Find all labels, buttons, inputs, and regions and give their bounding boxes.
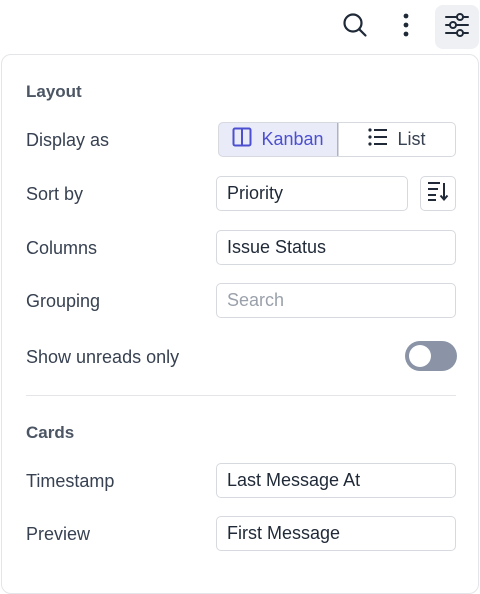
preview-label: Preview: [26, 524, 91, 544]
sliders-icon: [444, 12, 470, 43]
columns-icon: [232, 127, 252, 152]
display-as-toggle: Kanban List: [218, 122, 456, 157]
sort-direction-button[interactable]: [420, 176, 456, 211]
layout-section-title: Layout: [26, 82, 82, 101]
timestamp-select[interactable]: Last Message At: [216, 463, 456, 498]
display-as-label: Display as: [26, 130, 110, 150]
sort-by-label: Sort by: [26, 184, 84, 204]
toggle-knob: [409, 345, 431, 367]
search-button[interactable]: [333, 5, 377, 49]
show-unreads-label: Show unreads only: [26, 347, 180, 367]
search-icon: [342, 12, 368, 43]
display-list-option[interactable]: List: [338, 123, 455, 156]
view-settings-panel: Layout Display as Kanban List Sort by Pr…: [1, 54, 479, 594]
display-list-label: List: [397, 129, 426, 149]
view-settings-button[interactable]: [435, 5, 479, 49]
preview-select[interactable]: First Message: [216, 516, 456, 551]
sort-descending-icon: [427, 181, 449, 206]
more-vertical-icon: [402, 12, 410, 43]
list-icon: [368, 128, 388, 151]
timestamp-label: Timestamp: [26, 471, 115, 491]
show-unreads-toggle[interactable]: [405, 341, 457, 371]
grouping-search-input[interactable]: Search: [216, 283, 456, 318]
sort-by-select[interactable]: Priority: [216, 176, 408, 211]
corner-mark: [453, 0, 461, 14]
cards-section-title: Cards: [26, 423, 75, 442]
display-kanban-option[interactable]: Kanban: [219, 123, 338, 156]
more-options-button[interactable]: [384, 5, 428, 49]
section-divider: [26, 395, 456, 396]
grouping-label: Grouping: [26, 291, 101, 311]
columns-select[interactable]: Issue Status: [216, 230, 456, 265]
columns-label: Columns: [26, 238, 98, 258]
top-toolbar: [0, 0, 480, 56]
display-kanban-label: Kanban: [261, 129, 324, 149]
